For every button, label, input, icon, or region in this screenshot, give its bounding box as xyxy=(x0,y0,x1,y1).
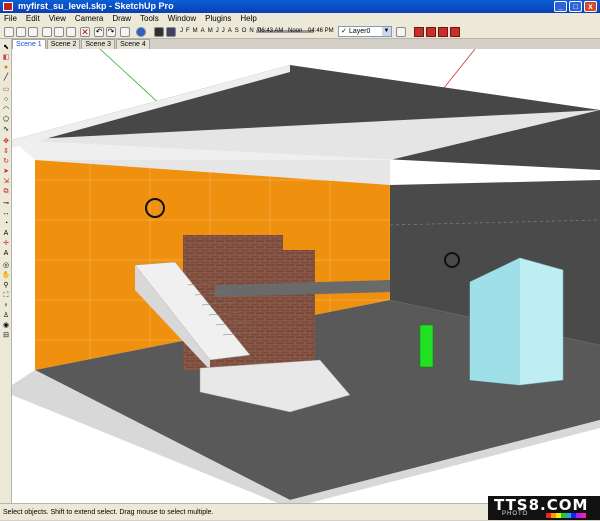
title-bar: myfirst_su_level.skp - SketchUp Pro _ □ … xyxy=(0,0,600,13)
3d-model-scene[interactable] xyxy=(12,49,600,503)
walk-icon[interactable]: ♙ xyxy=(1,311,11,320)
layers-manager-icon[interactable] xyxy=(396,27,406,37)
polygon-icon[interactable]: ⬠ xyxy=(1,115,11,124)
green-figure xyxy=(419,324,434,368)
layer-check-icon: ✓ xyxy=(341,28,347,35)
get-models-icon[interactable] xyxy=(414,27,424,37)
menu-plugins[interactable]: Plugins xyxy=(205,13,231,25)
month-label[interactable]: A xyxy=(201,28,205,34)
menu-camera[interactable]: Camera xyxy=(75,13,103,25)
time-end-label: 04:46 PM xyxy=(308,28,334,34)
brick-pillar xyxy=(283,250,315,370)
shadow-toggle-icon[interactable] xyxy=(154,27,164,37)
erase-icon[interactable]: ✕ xyxy=(80,27,90,37)
push-pull-icon[interactable]: ⇕ xyxy=(1,147,11,156)
new-icon[interactable] xyxy=(4,27,14,37)
open-icon[interactable] xyxy=(16,27,26,37)
eraser-icon[interactable]: ◧ xyxy=(1,53,11,62)
month-label[interactable]: S xyxy=(235,28,239,34)
status-text: Select objects. Shift to extend select. … xyxy=(3,509,214,516)
model-viewport[interactable] xyxy=(12,49,600,503)
pan-icon[interactable]: ✋ xyxy=(1,271,11,280)
undo-icon[interactable]: ↶ xyxy=(94,27,104,37)
layer-value: Layer0 xyxy=(349,28,371,35)
circle-icon[interactable]: ○ xyxy=(1,95,11,104)
help-icon[interactable] xyxy=(450,27,460,37)
3d-text-icon[interactable]: A xyxy=(1,249,11,258)
menu-help[interactable]: Help xyxy=(240,13,256,25)
maximize-button[interactable]: □ xyxy=(569,1,582,12)
month-label[interactable]: J xyxy=(180,28,183,34)
tape-icon[interactable]: ⊸ xyxy=(1,199,11,208)
offset-icon[interactable]: ⧉ xyxy=(1,187,11,196)
move-icon[interactable]: ✥ xyxy=(1,137,11,146)
month-label[interactable]: J xyxy=(222,28,225,34)
protractor-icon[interactable]: ◔ xyxy=(1,219,11,228)
minimize-button[interactable]: _ xyxy=(554,1,567,12)
text-icon[interactable]: A xyxy=(1,229,11,238)
menu-bar: File Edit View Camera Draw Tools Window … xyxy=(0,13,600,25)
model-info-icon[interactable] xyxy=(136,27,146,37)
month-label[interactable]: J xyxy=(216,28,219,34)
print-icon[interactable] xyxy=(120,27,130,37)
tab-scene-2[interactable]: Scene 2 xyxy=(46,39,81,49)
watermark-color-strip xyxy=(546,513,586,518)
arc-icon[interactable]: ◠ xyxy=(1,105,11,114)
menu-window[interactable]: Window xyxy=(168,13,196,25)
month-label[interactable]: M xyxy=(208,28,213,34)
paste-icon[interactable] xyxy=(66,27,76,37)
watermark-subtext: PHOTO xyxy=(502,511,529,517)
menu-draw[interactable]: Draw xyxy=(112,13,131,25)
select-icon[interactable]: ⬉ xyxy=(1,43,11,52)
freehand-icon[interactable]: ∿ xyxy=(1,125,11,134)
line-icon[interactable]: ╱ xyxy=(1,73,11,82)
month-label[interactable]: M xyxy=(193,28,198,34)
month-label[interactable]: N xyxy=(249,28,253,34)
rotate-icon[interactable]: ↻ xyxy=(1,157,11,166)
tab-scene-1[interactable]: Scene 1 xyxy=(12,39,46,49)
position-camera-icon[interactable]: ♀ xyxy=(1,301,11,310)
look-around-icon[interactable]: ◉ xyxy=(1,321,11,330)
main-toolbar: ✕ ↶ ↷ J F M A M J J A S O N D 06:43 AM N… xyxy=(0,25,600,39)
chevron-down-icon[interactable]: ▼ xyxy=(382,27,391,36)
orbit-icon[interactable]: ◎ xyxy=(1,261,11,270)
left-toolbar: ⬉ ◧ ● ╱ ▭ ○ ◠ ⬠ ∿ ✥ ⇕ ↻ ➤ ⇲ ⧉ ⊸ ↔ ◔ A ✛ … xyxy=(0,39,12,503)
axes-icon[interactable]: ✛ xyxy=(1,239,11,248)
follow-me-icon[interactable]: ➤ xyxy=(1,167,11,176)
rectangle-icon[interactable]: ▭ xyxy=(1,85,11,94)
month-label[interactable]: O xyxy=(242,28,247,34)
section-plane-icon[interactable]: ⊟ xyxy=(1,331,11,340)
copy-icon[interactable] xyxy=(54,27,64,37)
scale-icon[interactable]: ⇲ xyxy=(1,177,11,186)
close-button[interactable]: x xyxy=(584,1,597,12)
zoom-icon[interactable]: ⚲ xyxy=(1,281,11,290)
watermark-logo: TTS8.COM PHOTO xyxy=(488,496,600,520)
save-icon[interactable] xyxy=(28,27,38,37)
scene-tabs: Scene 1 Scene 2 Scene 3 Scene 4 xyxy=(12,39,150,49)
fog-icon[interactable] xyxy=(166,27,176,37)
menu-tools[interactable]: Tools xyxy=(140,13,159,25)
share-component-icon[interactable] xyxy=(438,27,448,37)
layer-dropdown[interactable]: ✓ Layer0 ▼ xyxy=(338,26,392,37)
menu-view[interactable]: View xyxy=(49,13,66,25)
time-start-label: 06:43 AM xyxy=(258,28,284,34)
menu-edit[interactable]: Edit xyxy=(26,13,40,25)
zoom-extents-icon[interactable]: ⛶ xyxy=(1,291,11,300)
tab-scene-3[interactable]: Scene 3 xyxy=(81,39,116,49)
month-label[interactable]: A xyxy=(228,28,232,34)
sketchup-app-icon xyxy=(3,2,13,11)
time-noon-label: Noon xyxy=(288,28,303,34)
month-selector[interactable]: J F M A M J J A S O N D xyxy=(180,28,261,34)
dimension-icon[interactable]: ↔ xyxy=(1,209,11,218)
cut-icon[interactable] xyxy=(42,27,52,37)
share-model-icon[interactable] xyxy=(426,27,436,37)
paint-icon[interactable]: ● xyxy=(1,63,11,72)
window-title: myfirst_su_level.skp - SketchUp Pro xyxy=(18,1,174,11)
tab-scene-4[interactable]: Scene 4 xyxy=(116,39,150,49)
month-label[interactable]: F xyxy=(186,28,190,34)
redo-icon[interactable]: ↷ xyxy=(106,27,116,37)
menu-file[interactable]: File xyxy=(4,13,17,25)
